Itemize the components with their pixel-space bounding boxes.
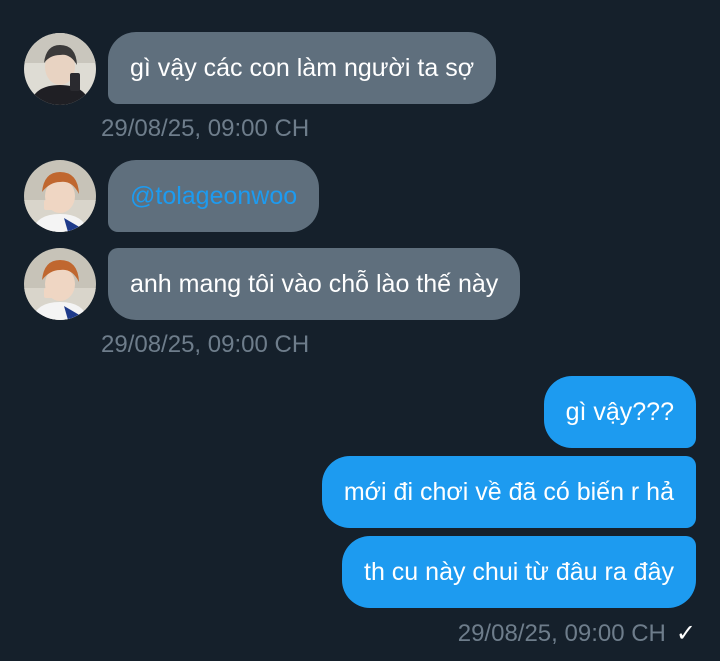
message-bubble-incoming[interactable]: @tolageonwoo bbox=[108, 160, 320, 232]
message-bubble-incoming[interactable]: gì vậy các con làm người ta sợ bbox=[108, 32, 497, 104]
message-bubble-outgoing[interactable]: gì vậy??? bbox=[543, 376, 696, 448]
message-text: gì vậy??? bbox=[565, 398, 674, 426]
checkmark-icon: ✓ bbox=[675, 620, 696, 647]
message-text: mới đi chơi về đã có biến r hả bbox=[343, 478, 674, 506]
avatar[interactable] bbox=[24, 248, 96, 320]
avatar[interactable] bbox=[24, 160, 96, 232]
avatar-photo-1 bbox=[24, 33, 96, 105]
message-timestamp: 29/08/25, 09:00 CH bbox=[101, 331, 310, 358]
message-text: th cu này chui từ đâu ra đây bbox=[364, 558, 674, 586]
message-text: gì vậy các con làm người ta sợ bbox=[130, 54, 475, 82]
message-bubble-incoming[interactable]: anh mang tôi vào chỗ lào thế này bbox=[108, 248, 521, 320]
message-bubble-outgoing[interactable]: mới đi chơi về đã có biến r hả bbox=[321, 456, 696, 528]
avatar-photo-2 bbox=[24, 248, 96, 320]
avatar-photo-2 bbox=[24, 160, 96, 232]
message-timestamp: 29/08/25, 09:00 CH bbox=[101, 115, 310, 142]
message-bubble-outgoing[interactable]: th cu này chui từ đâu ra đây bbox=[342, 536, 696, 608]
message-timestamp: 29/08/25, 09:00 CH bbox=[457, 619, 666, 647]
user-mention-link[interactable]: @tolageonwoo bbox=[130, 182, 297, 210]
message-timestamp-row: 29/08/25, 09:00 CH ✓ bbox=[458, 619, 696, 648]
avatar[interactable] bbox=[24, 33, 96, 105]
message-text: anh mang tôi vào chỗ lào thế này bbox=[130, 270, 499, 298]
